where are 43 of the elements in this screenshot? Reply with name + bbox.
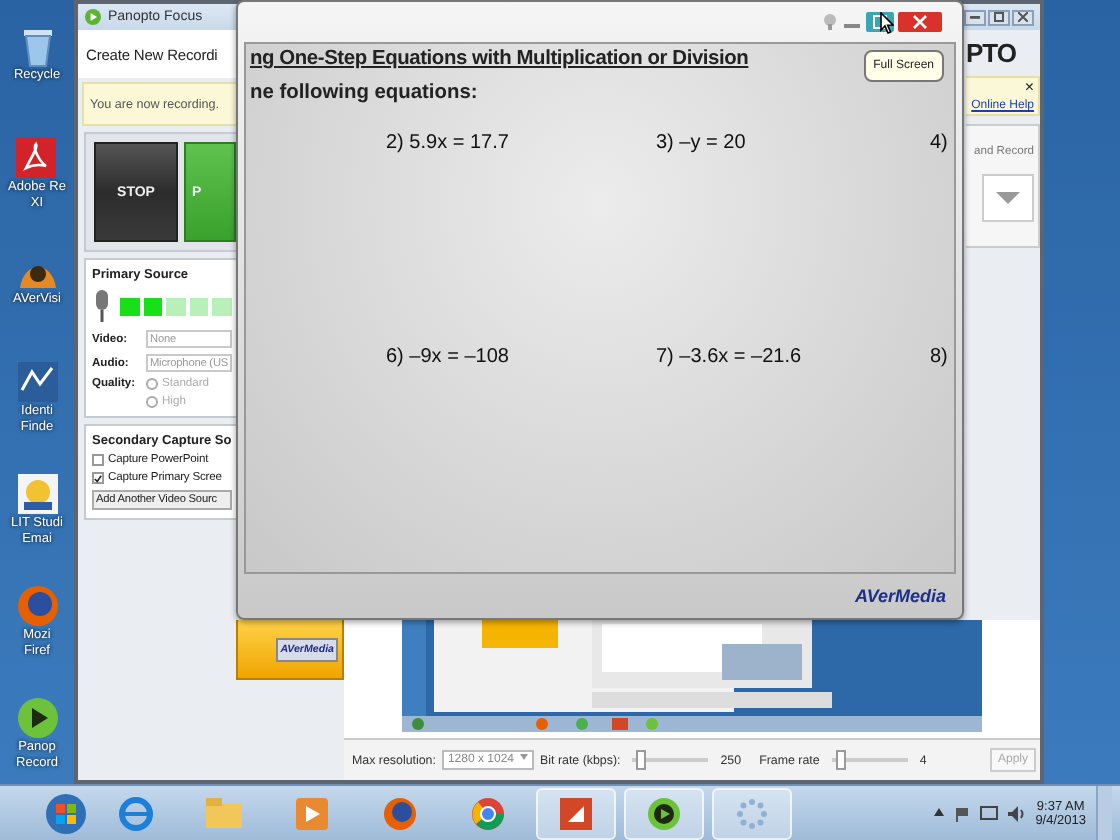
equation-text: 3) –y = 20 bbox=[656, 132, 746, 154]
play-icon[interactable] bbox=[15, 696, 59, 740]
checkmark-icon bbox=[94, 473, 102, 483]
browser-e-icon[interactable] bbox=[118, 795, 154, 831]
globe-icon[interactable] bbox=[382, 795, 418, 831]
equation-text: 7) –3.6x = –21.6 bbox=[656, 346, 802, 368]
microphone-icon bbox=[92, 288, 112, 324]
caret-icon[interactable] bbox=[933, 808, 944, 818]
chart-icon[interactable] bbox=[15, 360, 59, 404]
cursor-icon bbox=[880, 12, 894, 34]
worksheet-instruction: ne following equations: bbox=[250, 82, 478, 104]
speaker-icon[interactable] bbox=[1007, 805, 1026, 821]
equation-text: 2) 5.9x = 17.7 bbox=[386, 132, 509, 154]
close-button[interactable]: × bbox=[1024, 80, 1034, 96]
caret-icon bbox=[520, 754, 528, 760]
maximize-icon bbox=[994, 12, 1004, 22]
close-button[interactable] bbox=[1012, 9, 1034, 25]
worksheet-title: ng One-Step Equations with Multiplication or Division bbox=[250, 48, 749, 70]
equation-text: 4) bbox=[930, 132, 948, 154]
start-button[interactable] bbox=[44, 791, 88, 835]
equation-text: 6) –9x = –108 bbox=[386, 346, 509, 368]
caret-icon bbox=[996, 192, 1020, 204]
media-player-icon[interactable] bbox=[296, 797, 328, 829]
brand-logo: PTO bbox=[966, 38, 1018, 68]
dropdown-button[interactable] bbox=[982, 174, 1034, 222]
bulb-icon bbox=[822, 14, 838, 30]
brand-logo: AVerMedia bbox=[854, 586, 946, 606]
mail-icon[interactable] bbox=[15, 472, 59, 516]
network-icon[interactable] bbox=[979, 805, 998, 821]
pdf-document-icon[interactable] bbox=[14, 136, 59, 180]
equation-text: 8) bbox=[930, 346, 948, 368]
play-icon[interactable] bbox=[646, 795, 682, 831]
minimize-icon bbox=[970, 14, 980, 20]
app-logo-icon bbox=[84, 8, 102, 26]
close-button[interactable] bbox=[898, 12, 942, 32]
wheel-icon[interactable] bbox=[470, 795, 506, 831]
minimize-button[interactable] bbox=[964, 9, 986, 25]
flag-icon[interactable] bbox=[953, 805, 970, 821]
presentation-icon[interactable] bbox=[560, 797, 592, 829]
close-icon bbox=[1018, 12, 1028, 22]
slider-thumb[interactable] bbox=[636, 750, 647, 770]
slider-thumb[interactable] bbox=[835, 750, 846, 770]
maximize-button[interactable] bbox=[988, 9, 1010, 25]
